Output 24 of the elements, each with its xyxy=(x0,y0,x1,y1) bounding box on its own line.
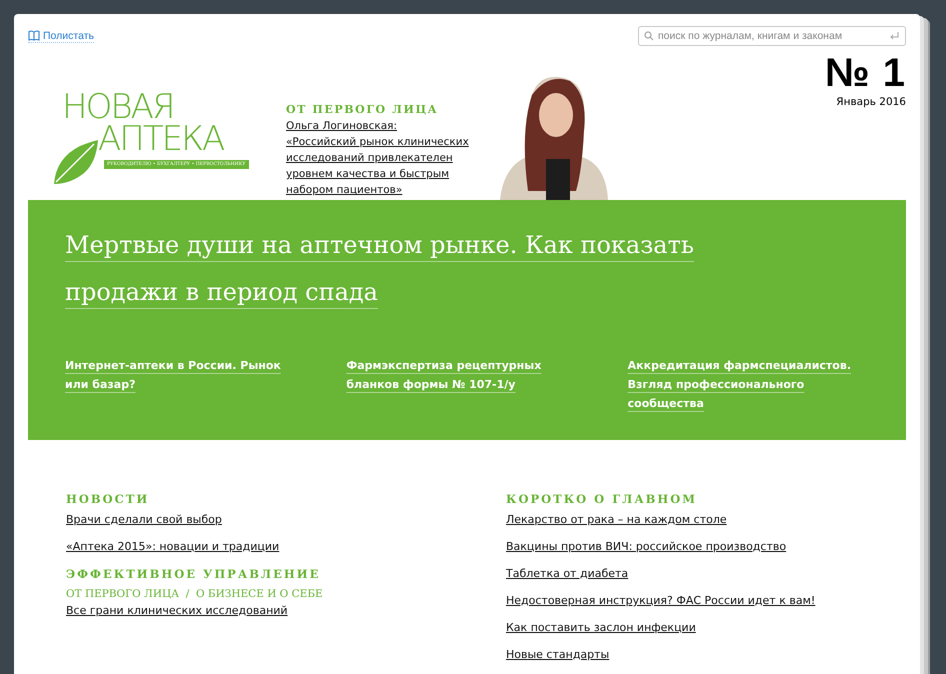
feature-link[interactable]: Ольга Логиновская: «Российский рынок клинических исследований привлекателен уровнем качества и быстрым набором пациентов» xyxy=(286,118,490,198)
section-heading: КОРОТКО О ГЛАВНОМ xyxy=(506,492,698,506)
logo-text: НОВАЯ xyxy=(62,90,174,124)
enter-icon xyxy=(890,32,899,40)
article-link[interactable]: Вакцины против ВИЧ: российское производство xyxy=(506,540,786,553)
flip-link[interactable]: Полистать xyxy=(28,30,94,42)
article-link[interactable]: Новые стандарты xyxy=(506,648,610,661)
article-link[interactable]: «Аптека 2015»: новации и традиции xyxy=(66,540,280,553)
article-link[interactable]: Лекарство от рака – на каждом столе xyxy=(506,513,727,526)
rubric-heading: ОТ ПЕРВОГО ЛИЦА xyxy=(286,103,440,116)
article-link[interactable]: Все грани клинических исследований xyxy=(66,604,288,617)
issue-date: Январь 2016 xyxy=(835,96,906,108)
search-field[interactable]: поиск по журналам, книгам и законам xyxy=(638,26,906,46)
article-link[interactable]: Врачи сделали свой выбор xyxy=(66,513,222,526)
article-link[interactable]: Недостоверная инструкция? ФАС России идет к вам! xyxy=(506,594,816,607)
article-link[interactable]: Таблетка от диабета xyxy=(506,567,628,580)
leaf-icon xyxy=(52,138,100,186)
article-link[interactable]: Как поставить заслон инфекции xyxy=(506,621,696,634)
logo-text: АПТЕКА xyxy=(98,122,224,156)
section-heading: НОВОСТИ xyxy=(66,492,150,506)
book-icon xyxy=(28,30,40,41)
search-icon xyxy=(644,31,654,41)
section-heading: ЭФФЕКТИВНОЕ УПРАВЛЕНИЕ xyxy=(66,567,322,581)
issue-number: № 1 xyxy=(825,53,906,93)
